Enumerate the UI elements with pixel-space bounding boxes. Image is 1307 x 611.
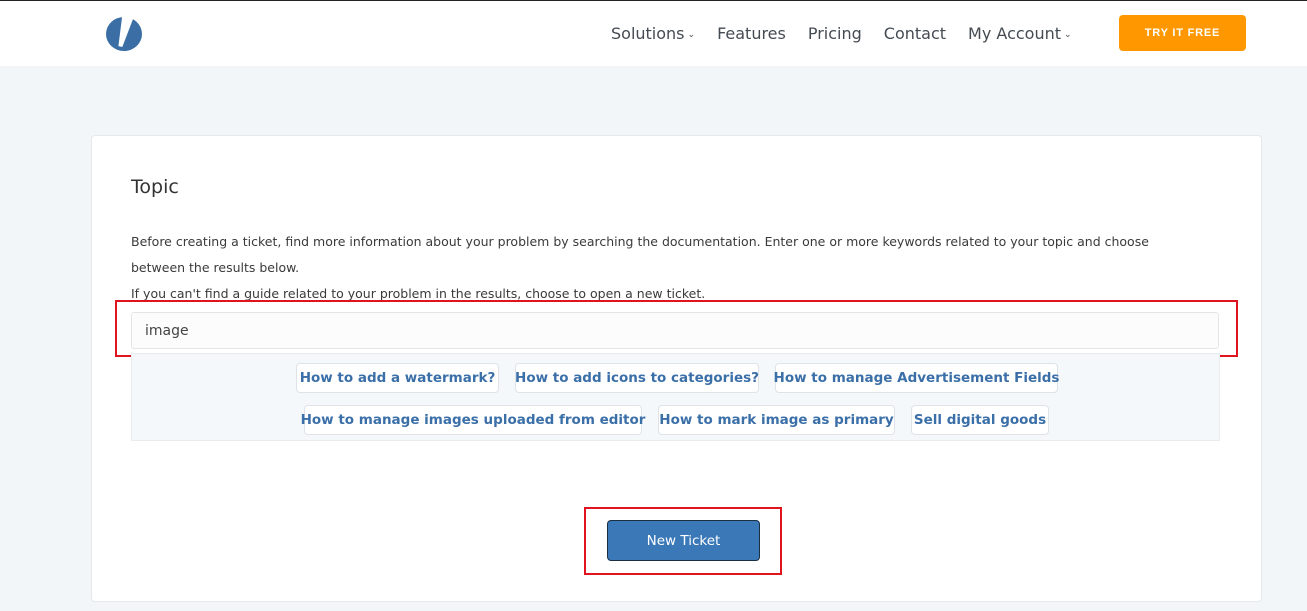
main-nav: Solutions ⌄ Features Pricing Contact My … [611, 1, 1094, 66]
brand-logo-icon[interactable] [104, 14, 144, 52]
nav-features[interactable]: Features [717, 24, 786, 43]
page-title: Topic [131, 176, 179, 198]
topic-search-input[interactable] [131, 312, 1219, 349]
result-link-digital-goods[interactable]: Sell digital goods [911, 405, 1049, 435]
description-paragraph-2: If you can't find a guide related to you… [131, 286, 706, 301]
nav-solutions-label: Solutions [611, 24, 685, 43]
result-link-advertisement-fields[interactable]: How to manage Advertisement Fields [774, 363, 1059, 393]
nav-my-account-label: My Account [968, 24, 1062, 43]
result-link-watermark[interactable]: How to add a watermark? [296, 363, 499, 393]
nav-pricing-label: Pricing [807, 24, 862, 43]
description-paragraph-1: Before creating a ticket, find more info… [131, 234, 1149, 275]
search-results-panel: How to add a watermark? How to add icons… [131, 353, 1220, 441]
chevron-down-icon: ⌄ [687, 29, 696, 40]
result-link-image-primary[interactable]: How to mark image as primary [658, 405, 895, 435]
topic-description: Before creating a ticket, find more info… [131, 229, 1201, 307]
nav-solutions[interactable]: Solutions ⌄ [611, 24, 695, 43]
nav-pricing[interactable]: Pricing [808, 24, 862, 43]
nav-contact[interactable]: Contact [884, 24, 946, 43]
result-link-images-editor[interactable]: How to manage images uploaded from edito… [301, 405, 645, 435]
nav-my-account[interactable]: My Account ⌄ [968, 24, 1072, 43]
try-it-free-button[interactable]: TRY IT FREE [1119, 15, 1246, 51]
result-link-icons-categories[interactable]: How to add icons to categories? [515, 363, 759, 393]
site-header: Solutions ⌄ Features Pricing Contact My … [0, 1, 1307, 66]
chevron-down-icon: ⌄ [1064, 29, 1072, 40]
new-ticket-button[interactable]: New Ticket [607, 520, 760, 561]
nav-features-label: Features [717, 24, 786, 43]
nav-contact-label: Contact [883, 24, 947, 43]
